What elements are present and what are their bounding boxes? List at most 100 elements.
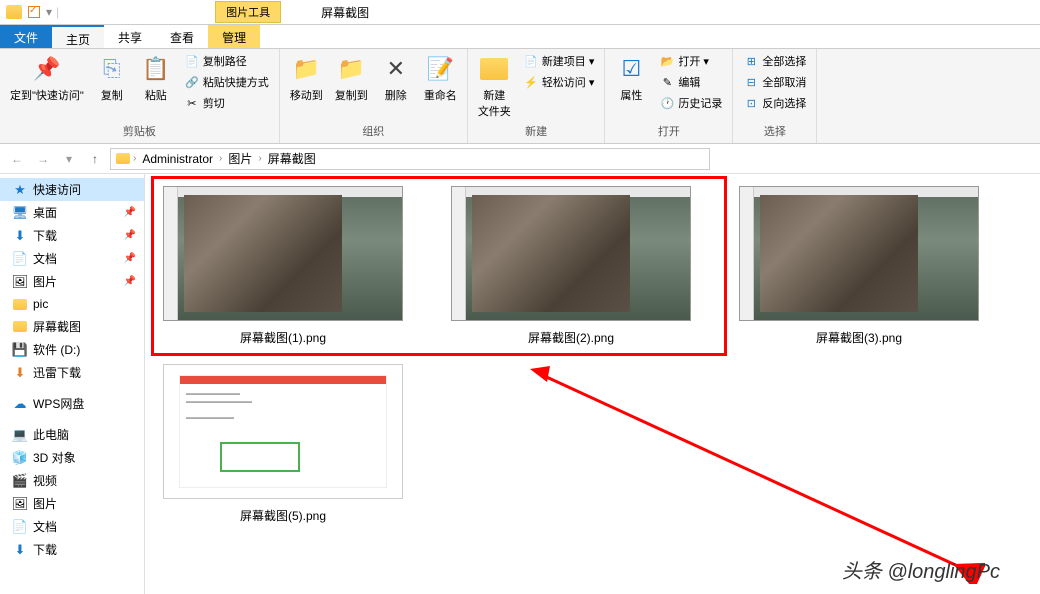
- separator-icon: |: [56, 5, 59, 19]
- sidebar-item-wps[interactable]: ☁WPS网盘: [0, 392, 144, 415]
- copy-to-icon: 📁: [335, 53, 367, 85]
- move-to-button[interactable]: 📁 移动到: [286, 51, 327, 105]
- checkbox-icon[interactable]: [26, 4, 42, 20]
- file-item[interactable]: 屏幕截图(1).png: [159, 182, 407, 350]
- copy-path-button[interactable]: 📄复制路径: [180, 51, 273, 71]
- sidebar-item-downloads-2[interactable]: ⬇下载: [0, 538, 144, 561]
- select-none-button[interactable]: ⊟全部取消: [739, 72, 810, 92]
- pin-icon: 📌: [124, 230, 136, 241]
- edit-icon: ✎: [659, 74, 675, 90]
- main-content: ★快速访问 🖥桌面📌 ⬇下载📌 📄文档📌 🖼图片📌 pic 屏幕截图 💾软件 (…: [0, 174, 1040, 594]
- delete-button[interactable]: ✕ 删除: [376, 51, 416, 105]
- thumbnail: ▬▬▬▬▬▬▬▬▬▬▬▬▬▬▬▬▬▬▬▬▬▬▬▬▬▬▬▬: [163, 364, 403, 499]
- select-all-button[interactable]: ⊞全部选择: [739, 51, 810, 71]
- sidebar-item-pic[interactable]: pic: [0, 293, 144, 315]
- pin-icon: 📌: [31, 53, 63, 85]
- move-to-icon: 📁: [290, 53, 322, 85]
- copy-to-button[interactable]: 📁 复制到: [331, 51, 372, 105]
- file-view[interactable]: 屏幕截图(1).png 屏幕截图(2).png 屏幕截图(3).png ▬▬▬▬…: [145, 174, 1040, 594]
- new-folder-button[interactable]: 新建 文件夹: [474, 51, 515, 121]
- cloud-icon: ☁: [12, 396, 28, 412]
- select-none-icon: ⊟: [743, 74, 759, 90]
- video-icon: 🎬: [12, 473, 28, 489]
- file-item[interactable]: 屏幕截图(2).png: [447, 182, 695, 350]
- open-group-label: 打开: [611, 121, 726, 141]
- sidebar-item-desktop[interactable]: 🖥桌面📌: [0, 201, 144, 224]
- breadcrumb-bar[interactable]: › Administrator › 图片 › 屏幕截图: [110, 148, 710, 170]
- home-tab[interactable]: 主页: [52, 25, 104, 48]
- cut-button[interactable]: ✂剪切: [180, 93, 273, 113]
- easy-access-button[interactable]: ⚡轻松访问 ▾: [519, 72, 599, 92]
- copy-icon: ⎘: [96, 53, 128, 85]
- file-name-label: 屏幕截图(2).png: [528, 329, 614, 346]
- sidebar-item-software-d[interactable]: 💾软件 (D:): [0, 338, 144, 361]
- new-item-icon: 📄: [523, 53, 539, 69]
- file-item[interactable]: ▬▬▬▬▬▬▬▬▬▬▬▬▬▬▬▬▬▬▬▬▬▬▬▬▬▬▬▬ 屏幕截图(5).png: [159, 360, 407, 528]
- copy-button[interactable]: ⎘ 复制: [92, 51, 132, 105]
- sidebar-item-pictures-2[interactable]: 🖼图片: [0, 492, 144, 515]
- paste-button[interactable]: 📋 粘贴: [136, 51, 176, 105]
- chevron-right-icon[interactable]: ›: [256, 153, 263, 164]
- sidebar-item-3d-objects[interactable]: 🧊3D 对象: [0, 446, 144, 469]
- drive-icon: 💾: [12, 342, 28, 358]
- sidebar-item-pictures[interactable]: 🖼图片📌: [0, 270, 144, 293]
- chevron-right-icon[interactable]: ›: [131, 153, 138, 164]
- open-icon: 📂: [659, 53, 675, 69]
- properties-button[interactable]: ☑ 属性: [611, 51, 651, 105]
- pin-icon: 📌: [124, 276, 136, 287]
- sidebar-item-downloads[interactable]: ⬇下载📌: [0, 224, 144, 247]
- paste-shortcut-button[interactable]: 🔗粘贴快捷方式: [180, 72, 273, 92]
- pc-icon: 💻: [12, 427, 28, 443]
- share-tab[interactable]: 共享: [104, 25, 156, 48]
- paste-shortcut-icon: 🔗: [184, 74, 200, 90]
- pin-button[interactable]: 📌 定到"快速访问": [6, 51, 88, 105]
- download-icon: ⬇: [12, 542, 28, 558]
- new-item-button[interactable]: 📄新建项目 ▾: [519, 51, 599, 71]
- manage-tab[interactable]: 管理: [208, 25, 260, 48]
- sidebar-item-documents-2[interactable]: 📄文档: [0, 515, 144, 538]
- forward-button[interactable]: →: [32, 148, 54, 170]
- pin-icon: 📌: [124, 207, 136, 218]
- sidebar-item-this-pc[interactable]: 💻此电脑: [0, 423, 144, 446]
- sidebar-item-videos[interactable]: 🎬视频: [0, 469, 144, 492]
- thumbnail: [739, 186, 979, 321]
- dropdown-icon[interactable]: ▾: [46, 5, 52, 19]
- star-icon: ★: [12, 182, 28, 198]
- back-button[interactable]: ←: [6, 148, 28, 170]
- pin-icon: 📌: [124, 253, 136, 264]
- rename-button[interactable]: 📝 重命名: [420, 51, 461, 105]
- document-icon: 📄: [12, 519, 28, 535]
- crumb-pictures[interactable]: 图片: [224, 148, 256, 169]
- crumb-administrator[interactable]: Administrator: [138, 150, 217, 168]
- sidebar: ★快速访问 🖥桌面📌 ⬇下载📌 📄文档📌 🖼图片📌 pic 屏幕截图 💾软件 (…: [0, 174, 145, 594]
- sidebar-item-screenshots[interactable]: 屏幕截图: [0, 315, 144, 338]
- file-item[interactable]: 屏幕截图(3).png: [735, 182, 983, 350]
- file-tab[interactable]: 文件: [0, 25, 52, 48]
- chevron-right-icon[interactable]: ›: [217, 153, 224, 164]
- open-button[interactable]: 📂打开 ▾: [655, 51, 726, 71]
- organize-group-label: 组织: [286, 121, 461, 141]
- new-folder-icon: [478, 53, 510, 85]
- crumb-screenshots[interactable]: 屏幕截图: [264, 148, 320, 169]
- picture-icon: 🖼: [12, 496, 28, 512]
- sidebar-item-xunlei[interactable]: ⬇迅雷下载: [0, 361, 144, 384]
- thumbnail: [163, 186, 403, 321]
- sidebar-item-quick-access[interactable]: ★快速访问: [0, 178, 144, 201]
- sidebar-item-documents[interactable]: 📄文档📌: [0, 247, 144, 270]
- view-tab[interactable]: 查看: [156, 25, 208, 48]
- history-dropdown-icon[interactable]: ▾: [58, 148, 80, 170]
- up-button[interactable]: ↑: [84, 148, 106, 170]
- ribbon: 📌 定到"快速访问" ⎘ 复制 📋 粘贴 📄复制路径 🔗粘贴快捷方式 ✂剪切 剪…: [0, 49, 1040, 144]
- history-button[interactable]: 🕐历史记录: [655, 93, 726, 113]
- picture-tools-context-tab[interactable]: 图片工具: [215, 1, 281, 23]
- invert-button[interactable]: ⊡反向选择: [739, 93, 810, 113]
- delete-icon: ✕: [380, 53, 412, 85]
- select-group-label: 选择: [739, 121, 810, 141]
- window-title: 屏幕截图: [321, 4, 369, 21]
- history-icon: 🕐: [659, 95, 675, 111]
- picture-icon: 🖼: [12, 274, 28, 290]
- edit-button[interactable]: ✎编辑: [655, 72, 726, 92]
- copy-path-icon: 📄: [184, 53, 200, 69]
- document-icon: 📄: [12, 251, 28, 267]
- desktop-icon: 🖥: [12, 205, 28, 221]
